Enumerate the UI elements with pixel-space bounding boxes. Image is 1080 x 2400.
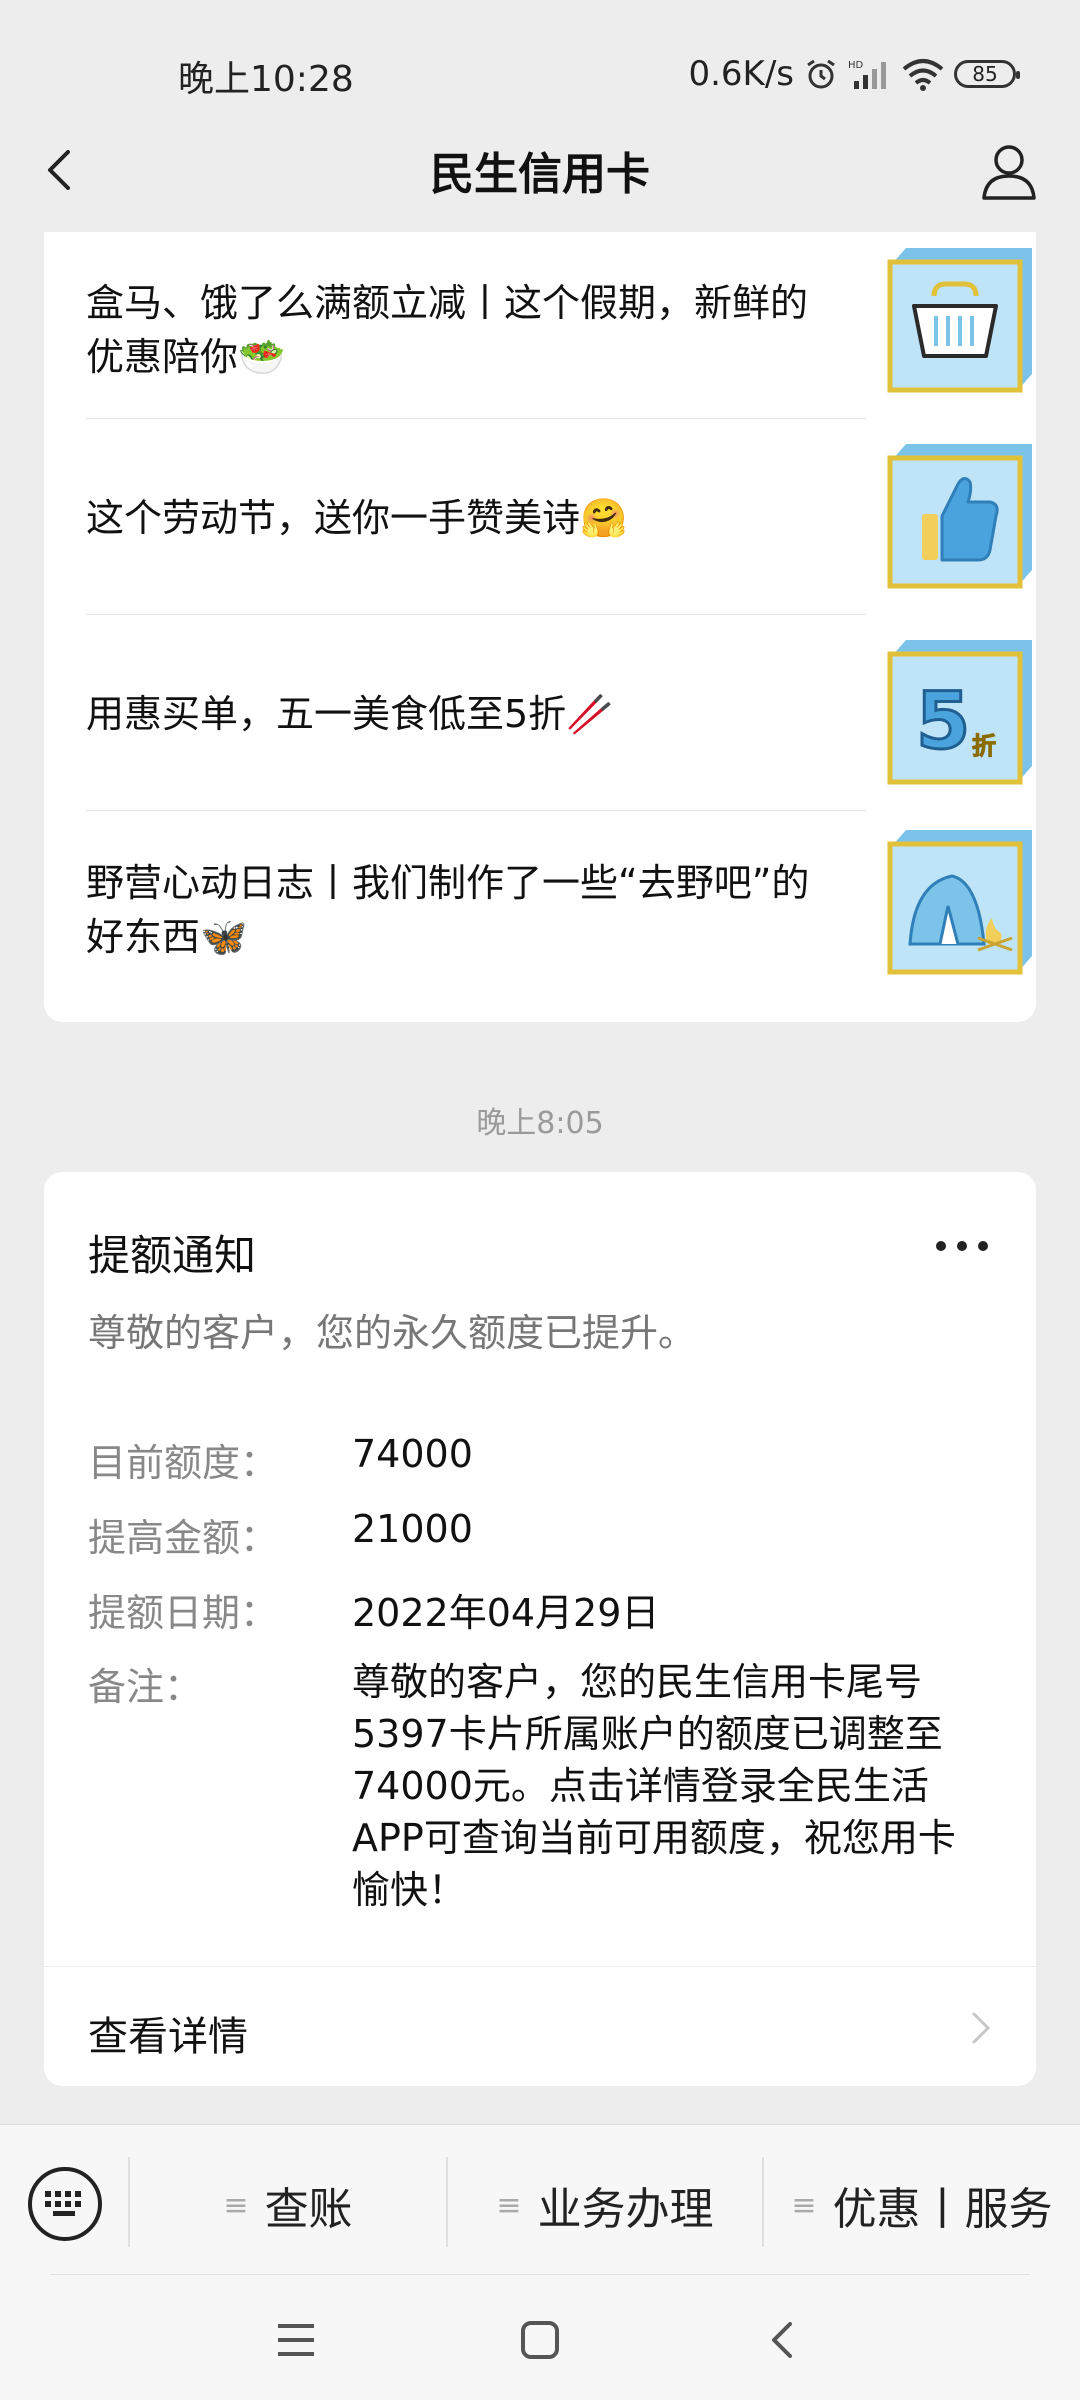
svg-text:5: 5 bbox=[916, 677, 970, 767]
divider bbox=[44, 1966, 1036, 1967]
article-title: 用惠买单，五一美食低至5折🥢 bbox=[86, 692, 614, 736]
recent-apps-icon[interactable] bbox=[274, 2318, 318, 2362]
hd-signal-icon: HD bbox=[848, 57, 892, 91]
more-options-icon[interactable] bbox=[936, 1236, 988, 1256]
field-label-remark: 备注： bbox=[88, 1665, 203, 1709]
article-title: 野营心动日志丨我们制作了一些“去野吧”的好东西🦋 bbox=[86, 861, 810, 959]
field-label-increase-date: 提额日期： bbox=[88, 1591, 279, 1635]
user-profile-icon[interactable] bbox=[978, 140, 1040, 202]
menu-item-label: 优惠丨服务 bbox=[832, 2184, 1053, 2235]
basket-icon bbox=[886, 244, 1036, 394]
notice-title: 提额通知 bbox=[88, 1231, 257, 1280]
svg-text:折: 折 bbox=[972, 732, 996, 760]
article-item[interactable]: 野营心动日志丨我们制作了一些“去野吧”的好东西🦋 bbox=[86, 812, 1032, 1008]
article-list-card: 盒马、饿了么满额立减丨这个假期，新鲜的优惠陪你🥗 这个劳动节，送你一手赞美诗🤗 … bbox=[44, 232, 1036, 1022]
menu-list-icon: ≡ bbox=[791, 2187, 817, 2223]
view-details-link[interactable]: 查看详情 bbox=[88, 2004, 248, 2062]
page-title: 民生信用卡 bbox=[430, 149, 650, 200]
chevron-right-icon[interactable] bbox=[966, 2008, 996, 2048]
system-navigation-bar bbox=[0, 2274, 1080, 2400]
divider bbox=[86, 418, 866, 419]
field-value-increase-amount: 21000 bbox=[352, 1507, 473, 1551]
wifi-icon bbox=[902, 57, 944, 91]
keyboard-toggle-icon[interactable] bbox=[28, 2167, 102, 2241]
nav-bar: 民生信用卡 bbox=[0, 108, 1080, 232]
menu-item-label: 查账 bbox=[264, 2184, 353, 2235]
alarm-icon bbox=[804, 57, 838, 91]
menu-item-label: 业务办理 bbox=[537, 2184, 714, 2235]
battery-icon: 85 bbox=[954, 60, 1020, 88]
menu-list-icon: ≡ bbox=[223, 2187, 249, 2223]
article-title: 这个劳动节，送你一手赞美诗🤗 bbox=[86, 496, 628, 540]
menu-item-business[interactable]: ≡ 业务办理 bbox=[448, 2165, 762, 2245]
field-label-current-limit: 目前额度： bbox=[88, 1441, 279, 1485]
divider bbox=[86, 614, 866, 615]
notice-subtitle: 尊敬的客户，您的永久额度已提升。 bbox=[88, 1311, 697, 1355]
field-value-increase-date: 2022年04月29日 bbox=[352, 1591, 660, 1635]
menu-separator bbox=[128, 2157, 130, 2247]
home-icon[interactable] bbox=[518, 2318, 562, 2362]
divider bbox=[50, 2274, 1030, 2275]
message-timestamp: 晚上8:05 bbox=[476, 1106, 604, 1141]
field-value-current-limit: 74000 bbox=[352, 1432, 473, 1476]
field-value-remark: 尊敬的客户，您的民生信用卡尾号5397卡片所属账户的额度已调整至74000元。点… bbox=[352, 1660, 956, 1912]
five-percent-off-icon: 5 折 bbox=[886, 636, 1036, 786]
thumbs-up-icon bbox=[886, 440, 1036, 590]
article-title: 盒马、饿了么满额立减丨这个假期，新鲜的优惠陪你🥗 bbox=[86, 281, 809, 379]
status-indicators: 0.6K/s HD 85 bbox=[688, 50, 1020, 98]
status-time: 晚上10:28 bbox=[178, 59, 354, 100]
credit-limit-notice-card[interactable]: 提额通知 尊敬的客户，您的永久额度已提升。 目前额度： 74000 提高金额： … bbox=[44, 1172, 1036, 2086]
divider bbox=[86, 810, 866, 811]
article-item[interactable]: 用惠买单，五一美食低至5折🥢 5 折 bbox=[86, 616, 1032, 812]
article-item[interactable]: 盒马、饿了么满额立减丨这个假期，新鲜的优惠陪你🥗 bbox=[86, 232, 1032, 428]
svg-text:HD: HD bbox=[848, 60, 864, 71]
menu-list-icon: ≡ bbox=[496, 2187, 522, 2223]
bottom-menu-bar: ≡ 查账 ≡ 业务办理 ≡ 优惠丨服务 bbox=[0, 2124, 1080, 2274]
back-nav-icon[interactable] bbox=[762, 2318, 806, 2362]
tent-icon bbox=[886, 826, 1036, 976]
menu-item-offers-service[interactable]: ≡ 优惠丨服务 bbox=[764, 2165, 1080, 2245]
menu-item-check-bill[interactable]: ≡ 查账 bbox=[132, 2165, 444, 2245]
net-speed: 0.6K/s bbox=[688, 54, 794, 94]
field-label-increase-amount: 提高金额： bbox=[88, 1516, 279, 1560]
article-item[interactable]: 这个劳动节，送你一手赞美诗🤗 bbox=[86, 420, 1032, 616]
